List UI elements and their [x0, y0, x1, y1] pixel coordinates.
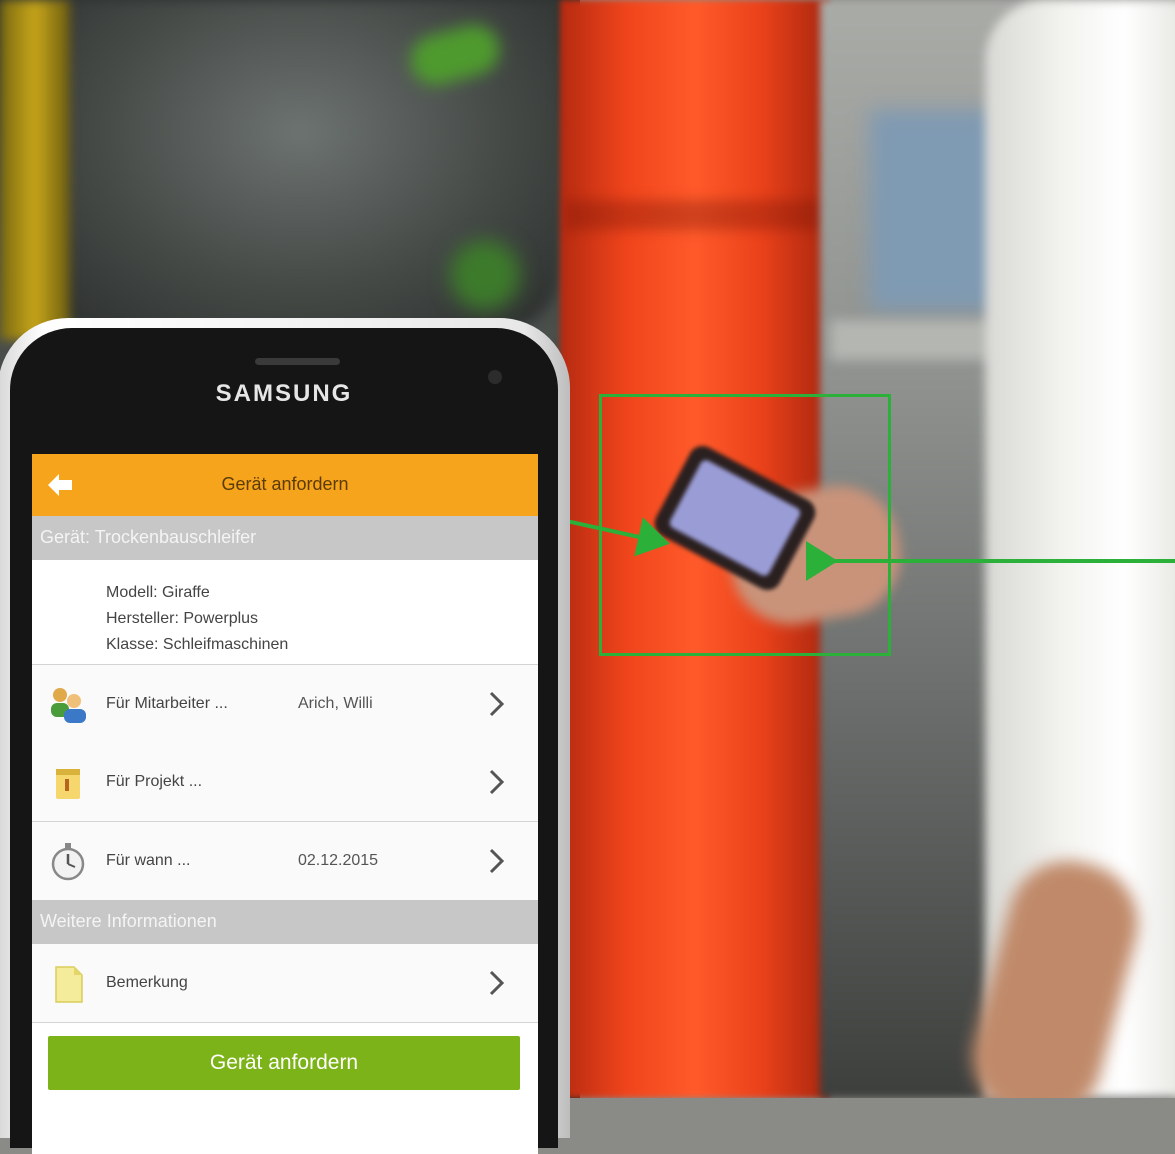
note-icon: [55, 966, 83, 1003]
green-knob: [450, 240, 520, 310]
row-project[interactable]: Für Projekt ...: [32, 743, 538, 822]
row-employee[interactable]: Für Mitarbeiter ... Arich, Willi: [32, 664, 538, 744]
row-date[interactable]: Für wann ... 02.12.2015: [32, 822, 538, 901]
yellow-cable: [0, 0, 70, 340]
chevron-right-icon: [489, 970, 505, 996]
highlight-frame: [599, 394, 891, 656]
project-label: Für Projekt ...: [106, 773, 203, 790]
remark-label: Bemerkung: [106, 974, 188, 991]
chevron-right-icon: [489, 769, 505, 795]
date-label: Für wann ...: [106, 852, 191, 869]
shelf: [830, 320, 1010, 360]
phone-frame: SAMSUNG Gerät anfordern Gerät: Trockenba…: [0, 318, 570, 1154]
row-remark[interactable]: Bemerkung: [32, 944, 538, 1023]
phone-brand: SAMSUNG: [215, 380, 353, 407]
request-device-button[interactable]: Gerät anfordern: [48, 1036, 520, 1090]
chevron-right-icon: [489, 848, 505, 874]
employees-icon: [51, 688, 86, 723]
device-model: Modell: Giraffe: [106, 584, 210, 601]
device-details: Modell: Giraffe Hersteller: Powerplus Kl…: [106, 580, 288, 658]
more-info-section-header: Weitere Informationen: [32, 900, 538, 944]
chevron-right-icon: [489, 691, 505, 717]
page-title: Gerät anfordern: [221, 474, 349, 494]
more-info-section-title: Weitere Informationen: [40, 911, 217, 931]
phone-speaker: [255, 358, 340, 365]
project-icon: [56, 769, 80, 799]
employee-value: Arich, Willi: [298, 695, 373, 712]
device-section-title: Gerät: Trockenbauschleifer: [40, 527, 257, 547]
app-bar: Gerät anfordern: [32, 454, 538, 516]
device-class: Klasse: Schleifmaschinen: [106, 636, 289, 653]
employee-label: Für Mitarbeiter ...: [106, 695, 228, 712]
device-section-header: Gerät: Trockenbauschleifer: [32, 516, 538, 560]
device-manufacturer: Hersteller: Powerplus: [106, 610, 259, 627]
app-screen: Gerät anfordern Gerät: Trockenbauschleif…: [32, 454, 538, 1154]
stopwatch-icon: [51, 843, 85, 881]
date-value: 02.12.2015: [298, 852, 379, 869]
pillar-band: [565, 200, 825, 230]
